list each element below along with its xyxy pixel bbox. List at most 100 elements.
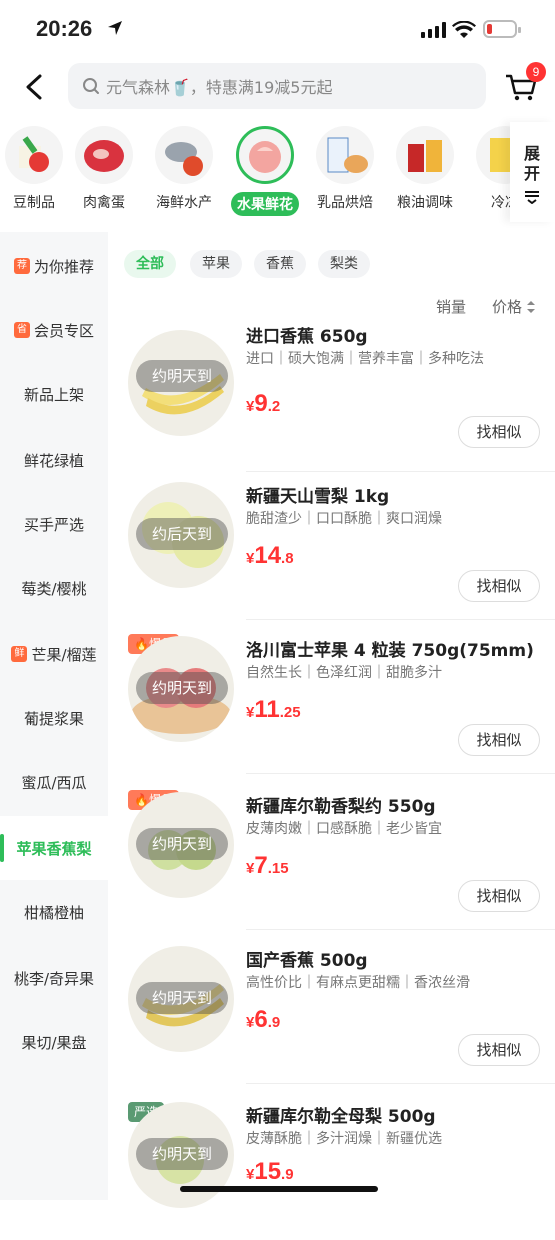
sidebar-item-label: 柑橘橙柚 <box>23 903 84 922</box>
category-label: 水果鲜花 <box>231 192 299 216</box>
product-desc: 高性价比｜有麻点更甜糯｜香浓丝滑 <box>246 975 470 991</box>
category-item-meat[interactable]: 肉禽蛋 <box>64 126 144 212</box>
wifi-icon <box>452 21 476 38</box>
sidebar-item-grapes[interactable]: 葡提浆果 <box>0 686 108 750</box>
chip-pear[interactable]: 梨类 <box>318 250 370 278</box>
product-card[interactable]: 🔥爆品 约明天到 洛川富士苹果 4 粒装 750g(75mm) 自然生长｜色泽红… <box>108 620 555 774</box>
delivery-eta: 约明天到 <box>136 828 228 860</box>
tofu-vegetable-image <box>5 126 63 184</box>
category-sidebar: 荐为你推荐 省会员专区 新品上架 鲜花绿植 买手严选 莓类/樱桃 鲜芒果/榴莲 … <box>0 232 108 1200</box>
category-item-grain-oil[interactable]: 粮油调味 <box>385 126 465 212</box>
sidebar-item-new[interactable]: 新品上架 <box>0 362 108 426</box>
product-price: ¥14.8 <box>246 542 294 569</box>
delivery-eta: 约明天到 <box>136 1138 228 1170</box>
search-input[interactable]: 元气森林🥤，特惠满19减5元起 <box>68 63 486 109</box>
save-tag-icon: 省 <box>13 322 30 338</box>
find-similar-button[interactable]: 找相似 <box>458 1034 540 1066</box>
product-title: 国产香蕉 500g <box>246 951 368 971</box>
category-label: 粮油调味 <box>397 195 453 211</box>
top-bar: 元气森林🥤，特惠满19减5元起 9 <box>0 60 555 116</box>
sidebar-item-flowers[interactable]: 鲜花绿植 <box>0 428 108 492</box>
category-label: 乳品烘焙 <box>317 195 373 211</box>
sidebar-item-label: 苹果香蕉梨 <box>16 839 92 858</box>
sidebar-item-label: 葡提浆果 <box>23 709 84 728</box>
find-similar-button[interactable]: 找相似 <box>458 880 540 912</box>
recommend-tag-icon: 荐 <box>13 258 30 274</box>
product-price: ¥9.2 <box>246 390 281 417</box>
cart-count-badge: 9 <box>526 62 546 82</box>
back-arrow-icon[interactable] <box>20 72 50 102</box>
delivery-eta: 约明天到 <box>136 360 228 392</box>
chip-apple[interactable]: 苹果 <box>190 250 242 278</box>
product-desc: 自然生长｜色泽红润｜甜脆多汁 <box>246 665 442 681</box>
category-label: 豆制品 <box>13 195 55 211</box>
delivery-eta: 约明天到 <box>136 672 228 704</box>
find-similar-button[interactable]: 找相似 <box>458 724 540 756</box>
sidebar-item-label: 莓类/樱桃 <box>21 579 87 598</box>
sidebar-item-label: 果切/果盘 <box>21 1033 87 1052</box>
status-bar: 20:26 <box>0 0 555 60</box>
product-title: 新疆天山雪梨 1kg <box>246 487 390 507</box>
location-arrow-icon <box>108 21 122 35</box>
cellular-signal-icon <box>421 22 446 38</box>
product-card[interactable]: 约后天到 新疆天山雪梨 1kg 脆甜渣少｜口口酥脆｜爽口润燥 ¥14.8 找相似 <box>108 466 555 620</box>
category-item-dairy[interactable]: 乳品烘焙 <box>305 126 385 212</box>
sort-price-button[interactable]: 价格 <box>492 296 536 317</box>
product-desc: 皮薄肉嫩｜口感酥脆｜老少皆宜 <box>246 821 442 837</box>
grain-oil-image <box>396 126 454 184</box>
sort-price-label: 价格 <box>492 298 523 316</box>
category-label: 肉禽蛋 <box>83 195 125 211</box>
chip-banana[interactable]: 香蕉 <box>254 250 306 278</box>
product-card[interactable]: 🔥爆品 约明天到 新疆库尔勒香梨约 550g 皮薄肉嫩｜口感酥脆｜老少皆宜 ¥7… <box>108 776 555 930</box>
sidebar-item-label: 会员专区 <box>33 321 94 340</box>
sidebar-item-recommend[interactable]: 荐为你推荐 <box>0 234 108 298</box>
fresh-tag-icon: 鲜 <box>11 646 28 662</box>
product-card[interactable]: 约明天到 进口香蕉 650g 进口｜硕大饱满｜营养丰富｜多种吃法 ¥9.2 找相… <box>108 318 555 472</box>
category-strip: 豆制品 肉禽蛋 海鲜水产 水果鲜花 乳品烘焙 粮油调味 冷冻 展开 <box>0 122 555 222</box>
product-card[interactable]: 严选 约明天到 新疆库尔勒全母梨 500g 皮薄酥脆｜多汁润燥｜新疆优选 ¥15… <box>108 1086 555 1240</box>
product-title: 进口香蕉 650g <box>246 327 368 347</box>
sidebar-item-apple-banana-pear[interactable]: 苹果香蕉梨 <box>0 816 108 880</box>
sidebar-item-berries[interactable]: 莓类/樱桃 <box>0 556 108 620</box>
cart-button[interactable]: 9 <box>504 62 546 104</box>
expand-categories-button[interactable]: 展开 <box>510 122 555 222</box>
sidebar-item-citrus[interactable]: 柑橘橙柚 <box>0 880 108 944</box>
sidebar-item-label: 蜜瓜/西瓜 <box>21 773 87 792</box>
battery-icon <box>483 20 521 38</box>
product-desc: 进口｜硕大饱满｜营养丰富｜多种吃法 <box>246 351 484 367</box>
product-card[interactable]: 约明天到 国产香蕉 500g 高性价比｜有麻点更甜糯｜香浓丝滑 ¥6.9 找相似 <box>108 930 555 1084</box>
find-similar-button[interactable]: 找相似 <box>458 416 540 448</box>
chip-all[interactable]: 全部 <box>124 250 176 278</box>
sidebar-item-buyer-pick[interactable]: 买手严选 <box>0 492 108 556</box>
category-item-seafood[interactable]: 海鲜水产 <box>144 126 224 212</box>
product-price: ¥15.9 <box>246 1158 294 1185</box>
sidebar-item-label: 鲜花绿植 <box>23 451 84 470</box>
sidebar-item-peach-kiwi[interactable]: 桃李/奇异果 <box>0 946 108 1010</box>
search-placeholder: 元气森林🥤，特惠满19减5元起 <box>106 78 333 97</box>
category-label: 海鲜水产 <box>156 195 212 211</box>
category-item-tofu[interactable]: 豆制品 <box>0 126 74 212</box>
sidebar-item-melon[interactable]: 蜜瓜/西瓜 <box>0 750 108 814</box>
dairy-image <box>316 126 374 184</box>
delivery-eta: 约后天到 <box>136 518 228 550</box>
product-title: 新疆库尔勒香梨约 550g <box>246 797 436 817</box>
sidebar-item-cut-fruit[interactable]: 果切/果盘 <box>0 1010 108 1074</box>
sidebar-item-member[interactable]: 省会员专区 <box>0 298 108 362</box>
search-icon <box>83 78 99 94</box>
sort-sales-button[interactable]: 销量 <box>436 296 466 317</box>
product-desc: 皮薄酥脆｜多汁润燥｜新疆优选 <box>246 1131 442 1147</box>
sidebar-item-label: 桃李/奇异果 <box>13 969 95 988</box>
sidebar-item-mango[interactable]: 鲜芒果/榴莲 <box>0 622 108 686</box>
expand-label: 展开 <box>524 144 541 183</box>
product-desc: 脆甜渣少｜口口酥脆｜爽口润燥 <box>246 511 442 527</box>
product-title: 新疆库尔勒全母梨 500g <box>246 1107 436 1127</box>
category-item-fruit[interactable]: 水果鲜花 <box>225 126 305 216</box>
sidebar-item-label: 新品上架 <box>23 385 84 404</box>
meat-image <box>75 126 133 184</box>
delivery-eta: 约明天到 <box>136 982 228 1014</box>
sidebar-item-label: 芒果/榴莲 <box>31 645 97 664</box>
sort-arrows-icon <box>527 301 536 313</box>
fruit-image <box>236 126 294 184</box>
find-similar-button[interactable]: 找相似 <box>458 570 540 602</box>
product-title: 洛川富士苹果 4 粒装 750g(75mm) <box>246 641 534 661</box>
